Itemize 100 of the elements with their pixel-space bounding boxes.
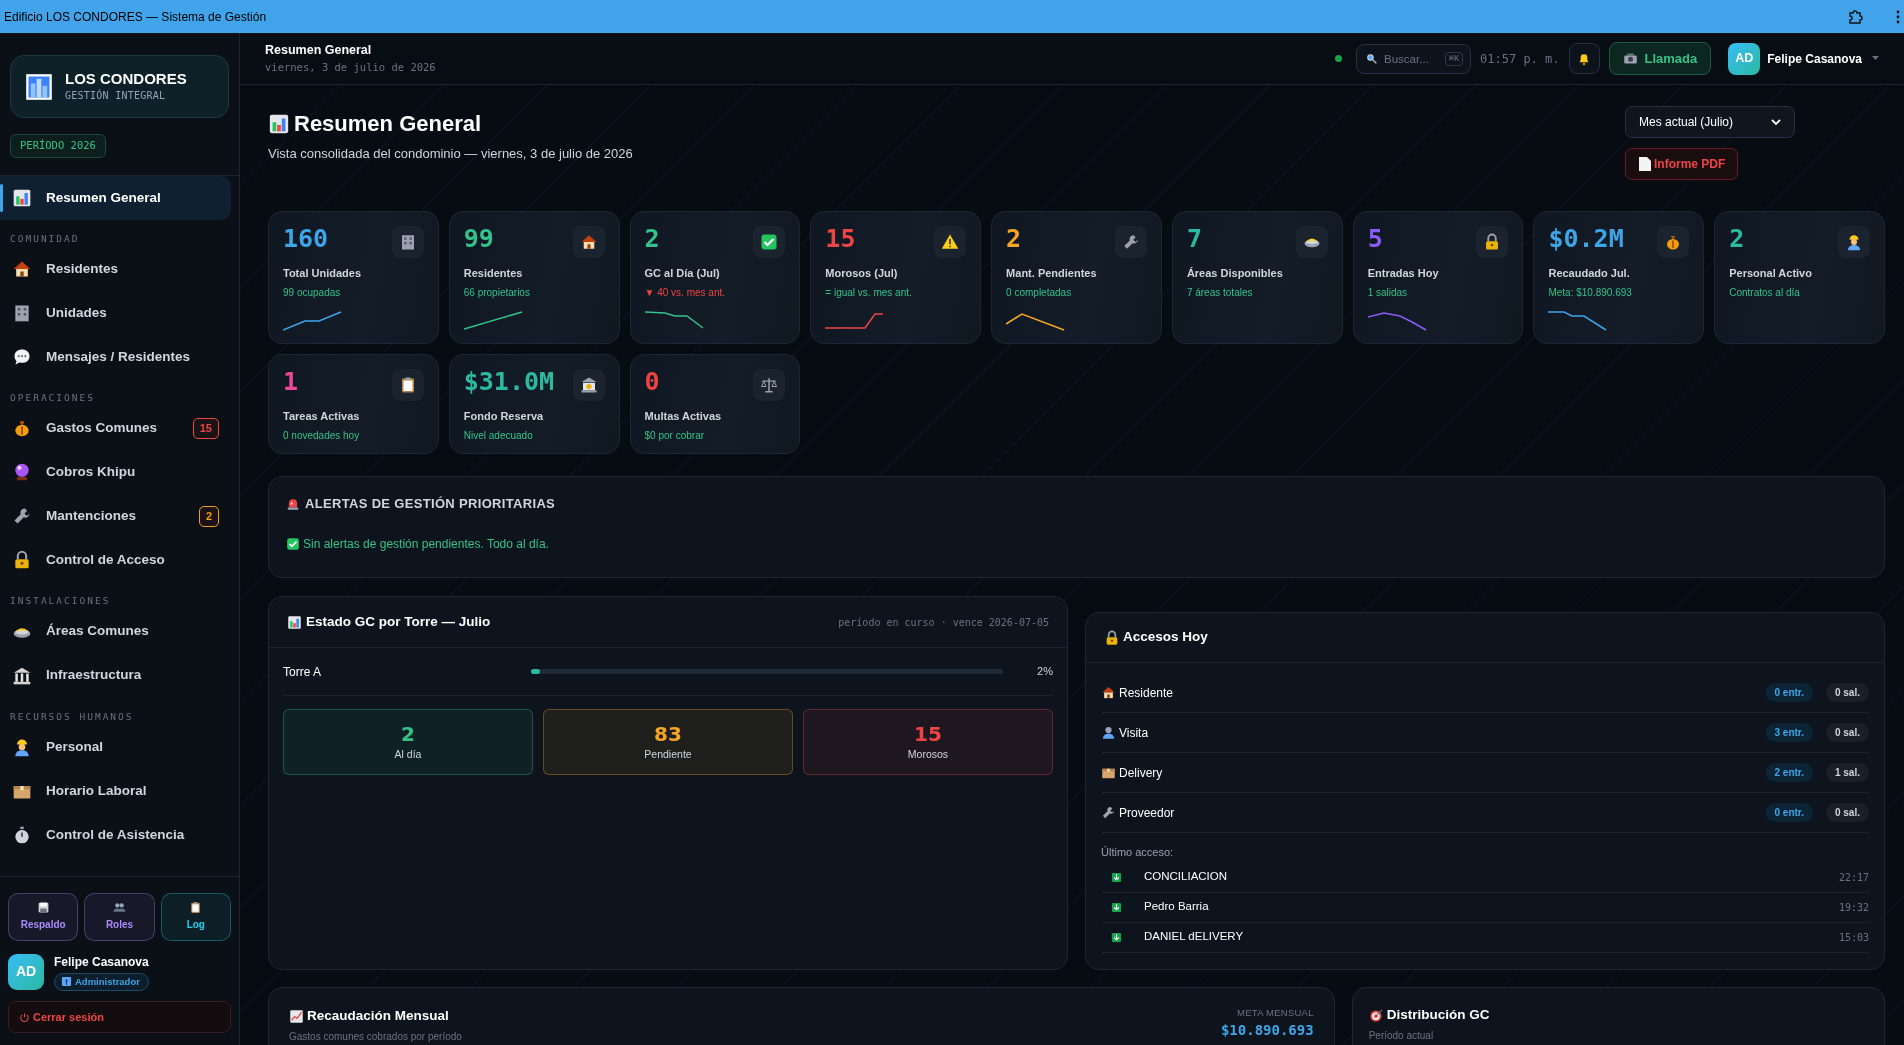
- tool-button[interactable]: Log: [160, 892, 231, 941]
- nav-item[interactable]: Control de Acceso: [0, 538, 231, 583]
- puzzle-icon[interactable]: [1848, 8, 1864, 25]
- kpi-note: ▼ 40 vs. mes ant.: [644, 285, 727, 300]
- exits-pill: 0 sal.: [1825, 803, 1869, 822]
- exits-pill: 1 sal.: [1825, 763, 1869, 782]
- page-subtitle: Vista consolidada del condominio — viernes, 3 de julio de 2026: [268, 145, 634, 163]
- nav-item[interactable]: Infraestructura: [0, 653, 231, 698]
- kpi-note: Meta: $10.890.693: [1548, 285, 1633, 300]
- power-icon: [19, 1011, 30, 1023]
- access-type: Visita: [1119, 724, 1150, 742]
- user-name[interactable]: Felipe Casanova: [1767, 49, 1862, 68]
- brand-subtitle: GESTIÓN INTEGRAL: [65, 88, 167, 104]
- kpi-note: Contratos al día: [1729, 285, 1801, 300]
- panel-title: Distribución GC: [1386, 1006, 1490, 1024]
- kpi-value: 1: [283, 366, 299, 398]
- role-badge: Administrador: [54, 972, 149, 991]
- tool-button[interactable]: Respaldo: [8, 892, 79, 941]
- camera-icon: [1622, 51, 1638, 66]
- stat-value: 15: [914, 721, 942, 747]
- section-label: OPERACIONES: [9, 391, 96, 405]
- wrench-icon: [1101, 805, 1116, 820]
- access-type: Delivery: [1119, 764, 1164, 782]
- bank-icon: [579, 376, 598, 394]
- stat-label: Al día: [394, 746, 422, 762]
- kpi-note: 0 completadas: [1006, 285, 1073, 300]
- kpi-note: = igual vs. mes ant.: [825, 285, 913, 300]
- chart-icon: [287, 614, 302, 630]
- stat-value: 2: [401, 721, 415, 747]
- visitor-name: CONCILIACION: [1144, 869, 1229, 885]
- kpi-value: 5: [1367, 223, 1383, 255]
- columns-icon: [12, 665, 32, 686]
- period-badge: PERÍODO 2026: [10, 134, 106, 158]
- exits-pill: 0 sal.: [1825, 683, 1869, 702]
- section-label: INSTALACIONES: [9, 594, 112, 609]
- kpi-value: 7: [1186, 223, 1202, 255]
- exits-pill: 0 sal.: [1825, 723, 1869, 742]
- panel-title: Estado GC por Torre — Julio: [306, 612, 492, 631]
- notifications-button[interactable]: [1568, 43, 1600, 74]
- window-title: Edificio LOS CONDORES — Sistema de Gestión: [4, 8, 267, 26]
- tool-button[interactable]: Roles: [84, 892, 155, 941]
- tower-name: Torre A: [283, 663, 322, 681]
- nav-item[interactable]: Control de Asistencia: [0, 812, 231, 857]
- nav-item[interactable]: Mensajes / Residentes: [0, 335, 231, 379]
- house-icon: [1101, 685, 1116, 700]
- building-icon: [12, 303, 32, 323]
- kpi-value: 2: [644, 223, 660, 255]
- nav-item[interactable]: Resumen General: [0, 175, 231, 220]
- lock-icon: [1104, 629, 1120, 646]
- panel-subtitle: Período actual: [1368, 1029, 1435, 1044]
- siren-icon: [286, 496, 300, 511]
- down-arrow-icon: [1111, 901, 1122, 913]
- nav-item[interactable]: Áreas Comunes: [0, 609, 231, 654]
- kpi-note: 1 salidas: [1367, 285, 1409, 300]
- line-chart-icon: [289, 1008, 304, 1024]
- kpi-note: 7 áreas totales: [1186, 285, 1254, 300]
- down-arrow-icon: [1111, 871, 1122, 883]
- period-select[interactable]: Mes actual (Julio): [1625, 106, 1795, 138]
- city-icon: [25, 72, 53, 101]
- nav-item[interactable]: Gastos Comunes 15: [0, 406, 231, 451]
- clipboard-icon: [189, 901, 203, 915]
- kpi-note: 66 propietarios: [463, 285, 531, 300]
- panel-title: ALERTAS DE GESTIÓN PRIORITARIAS: [305, 495, 556, 513]
- panel-title: Accesos Hoy: [1123, 628, 1208, 647]
- kpi-label: Total Unidades: [283, 266, 363, 281]
- logout-button[interactable]: Cerrar sesión: [8, 1001, 231, 1033]
- warning-icon: [941, 233, 960, 251]
- caret-icon[interactable]: [1872, 56, 1879, 61]
- section-label: RECURSOS HUMANOS: [9, 709, 135, 724]
- call-button[interactable]: Llamada: [1608, 42, 1712, 75]
- chart-icon: [268, 112, 290, 135]
- kpi-label: Áreas Disponibles: [1186, 266, 1284, 281]
- nav-item[interactable]: Cobros Khipu: [0, 450, 231, 495]
- nav-item[interactable]: Residentes: [0, 247, 231, 291]
- entries-pill: 0 entr.: [1765, 803, 1813, 822]
- tower-percent: 2%: [1036, 664, 1053, 680]
- kebab-menu-icon[interactable]: [1896, 9, 1900, 24]
- panel-title: Recaudación Mensual: [307, 1007, 449, 1025]
- kpi-label: Residentes: [463, 266, 524, 281]
- nav-item[interactable]: Horario Laboral: [0, 768, 231, 813]
- speech-bubble-icon: [12, 347, 32, 367]
- section-label: COMUNIDAD: [9, 231, 81, 246]
- kpi-value: 99: [463, 223, 494, 255]
- house-icon: [12, 259, 32, 279]
- brand-card[interactable]: LOS CONDORES GESTIÓN INTEGRAL: [10, 55, 229, 118]
- target-icon: [1368, 1007, 1384, 1023]
- nav-item[interactable]: Personal: [0, 724, 231, 769]
- kpi-label: GC al Día (Jul): [644, 266, 721, 281]
- checkmark-icon: [760, 233, 779, 251]
- alert-message: Sin alertas de gestión pendientes. Todo al día.: [303, 535, 549, 553]
- kpi-value: 15: [825, 223, 856, 255]
- pdf-report-button[interactable]: Informe PDF: [1625, 148, 1739, 180]
- nav-item[interactable]: Unidades: [0, 291, 231, 335]
- stat-value: 83: [654, 721, 682, 747]
- nav-item[interactable]: Mantenciones 2: [0, 494, 231, 539]
- chevron-down-icon: [1771, 118, 1781, 126]
- kpi-label: Personal Activo: [1729, 266, 1813, 281]
- visitor-name: Pedro Barria: [1144, 899, 1210, 915]
- stat-label: Morosos: [907, 746, 949, 762]
- shortcut-hint: ⌘K: [1444, 51, 1464, 67]
